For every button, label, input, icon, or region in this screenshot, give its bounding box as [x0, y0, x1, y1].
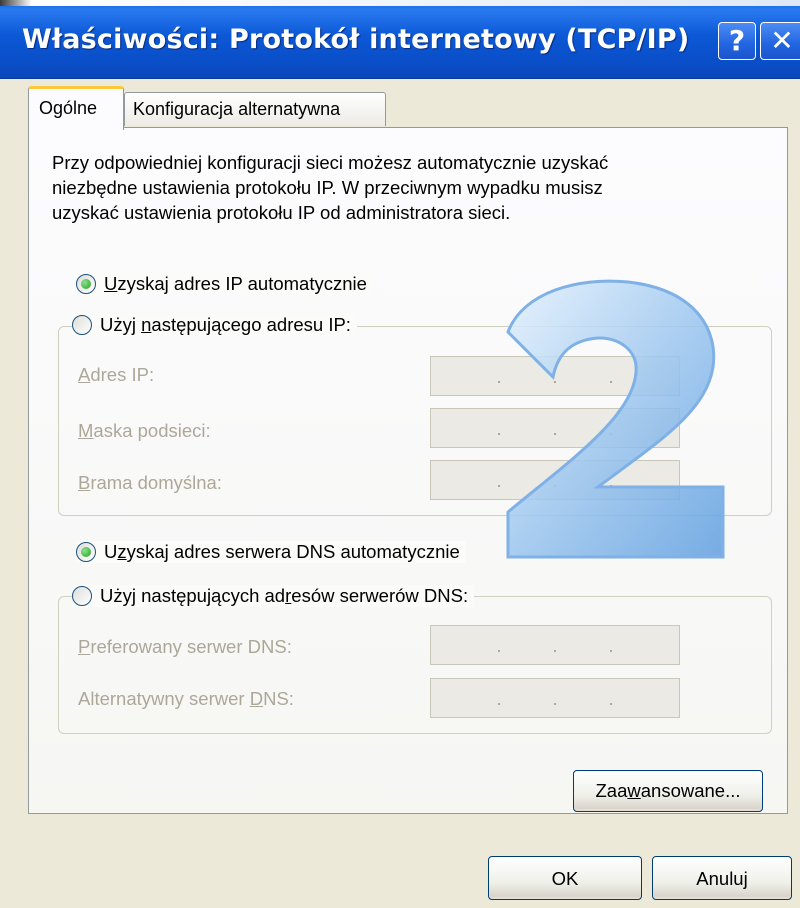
ip-octet-separator — [610, 650, 612, 652]
title-bar-top-edge — [0, 0, 800, 6]
use-following-dns-radio[interactable] — [72, 586, 92, 606]
advanced-button[interactable]: Zaawansowane... — [573, 770, 763, 812]
use-following-dns-label: Użyj następujących adresów serwerów DNS: — [100, 585, 469, 606]
ip-octet-separator — [554, 433, 556, 435]
preferred-dns-label: Preferowany serwer DNS: — [78, 636, 292, 657]
ip-octet-separator — [610, 433, 612, 435]
tab-alternate-configuration[interactable]: Konfiguracja alternatywna — [124, 92, 386, 126]
ip-octet-separator — [554, 381, 556, 383]
use-following-dns-option[interactable]: Użyj następujących adresów serwerów DNS: — [72, 585, 475, 607]
ok-button[interactable]: OK — [488, 856, 642, 900]
obtain-dns-automatically-label: Uzyskaj adres serwera DNS automatycznie — [104, 541, 460, 562]
ip-octet-separator — [554, 703, 556, 705]
title-bar[interactable]: Właściwości: Protokół internetowy (TCP/I… — [0, 0, 800, 79]
ip-octet-separator — [498, 433, 500, 435]
help-button[interactable]: ? — [718, 22, 756, 60]
description-text: Przy odpowiedniej konfiguracji sieci moż… — [52, 150, 752, 225]
default-gateway-input[interactable] — [430, 460, 680, 500]
tab-general[interactable]: Ogólne — [28, 86, 124, 130]
ip-address-input[interactable] — [430, 356, 680, 396]
ip-octet-separator — [554, 650, 556, 652]
use-following-ip-option[interactable]: Użyj następującego adresu IP: — [72, 314, 357, 336]
preferred-dns-input[interactable] — [430, 625, 680, 665]
ip-octet-separator — [610, 381, 612, 383]
ip-octet-separator — [610, 485, 612, 487]
obtain-ip-automatically-option[interactable]: Uzyskaj adres IP automatycznie — [76, 273, 373, 295]
use-following-ip-radio[interactable] — [72, 315, 92, 335]
ip-octet-separator — [610, 703, 612, 705]
obtain-dns-automatically-option[interactable]: Uzyskaj adres serwera DNS automatycznie — [76, 541, 466, 563]
ip-octet-separator — [498, 703, 500, 705]
subnet-mask-label: Maska podsieci: — [78, 420, 211, 441]
description-line-1: Przy odpowiedniej konfiguracji sieci moż… — [52, 152, 609, 173]
obtain-ip-automatically-label: Uzyskaj adres IP automatycznie — [104, 273, 367, 294]
ok-button-label: OK — [551, 868, 579, 889]
ip-address-label: Adres IP: — [78, 364, 155, 385]
tab-general-label: Ogólne — [39, 98, 98, 118]
description-line-3: uzyskać ustawienia protokołu IP od admin… — [52, 202, 511, 223]
obtain-ip-automatically-radio[interactable] — [76, 274, 96, 294]
obtain-dns-automatically-radio[interactable] — [76, 542, 96, 562]
close-icon: ✕ — [770, 24, 794, 57]
alternate-dns-input[interactable] — [430, 678, 680, 718]
ip-octet-separator — [498, 485, 500, 487]
close-button[interactable]: ✕ — [760, 22, 800, 60]
default-gateway-label: Brama domyślna: — [78, 472, 222, 493]
ip-octet-separator — [498, 650, 500, 652]
ip-octet-separator — [554, 485, 556, 487]
cancel-button-label: Anuluj — [696, 868, 748, 889]
use-following-ip-label: Użyj następującego adresu IP: — [100, 314, 351, 335]
cancel-button[interactable]: Anuluj — [652, 856, 792, 900]
advanced-button-label: Zaawansowane... — [595, 780, 741, 801]
subnet-mask-input[interactable] — [430, 408, 680, 448]
window-title: Właściwości: Protokół internetowy (TCP/I… — [22, 24, 690, 55]
alternate-dns-label: Alternatywny serwer DNS: — [78, 688, 294, 709]
ip-octet-separator — [498, 381, 500, 383]
description-line-2: niezbędne ustawienia protokołu IP. W prz… — [52, 177, 603, 198]
tab-alternate-label: Konfiguracja alternatywna — [133, 99, 341, 119]
help-icon: ? — [728, 24, 746, 57]
